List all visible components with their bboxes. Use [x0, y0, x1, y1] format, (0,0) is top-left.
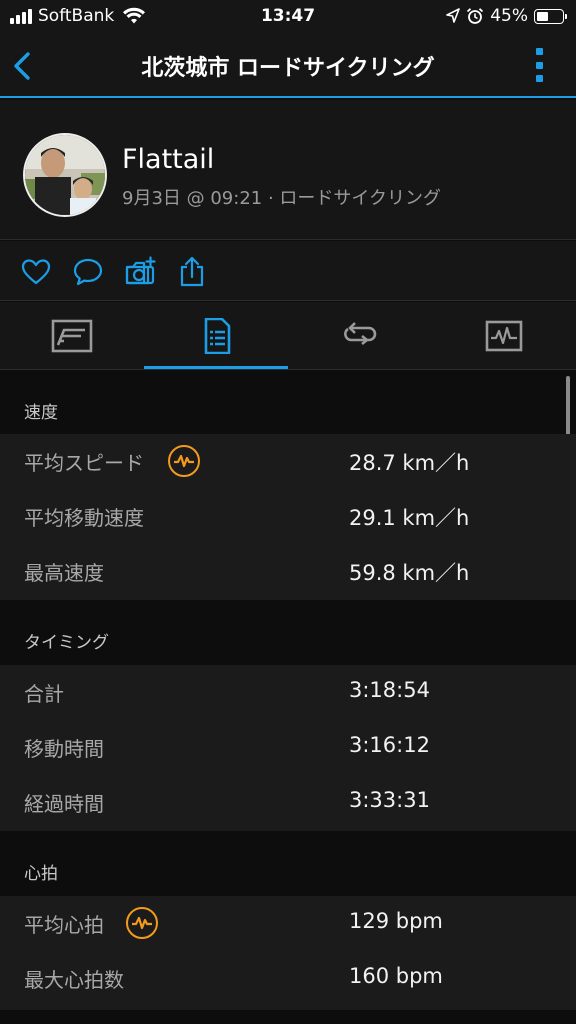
camera-add-icon [125, 256, 156, 285]
more-vertical-icon [536, 48, 543, 55]
more-options-button[interactable] [536, 48, 544, 82]
overview-icon [51, 319, 93, 353]
stat-value: 3:16:12 [349, 733, 430, 757]
stat-value: 3:33:31 [349, 788, 430, 812]
section-header-heart-rate: 心拍 [0, 832, 576, 894]
back-button[interactable] [8, 50, 40, 82]
stat-value: 29.1 km／h [349, 506, 470, 530]
section-speed: 平均スピード 28.7 km／h 平均移動速度 29.1 km／h 最高速度 5… [0, 434, 576, 600]
section-timing: 合計 3:18:54 移動時間 3:16:12 経過時間 3:33:31 [0, 665, 576, 831]
performance-badge-icon[interactable] [168, 445, 200, 477]
avatar-photo [25, 135, 105, 215]
battery-icon [534, 8, 567, 24]
status-right: 45% [446, 6, 567, 26]
activity-detail-screen: SoftBank 13:47 45% 北茨城市 ロードサイクリング Flatta… [0, 0, 576, 1024]
section-title: タイミング [24, 633, 109, 653]
stat-label: 平均移動速度 [24, 506, 144, 530]
share-button[interactable] [176, 256, 208, 288]
location-arrow-icon [446, 8, 461, 23]
stat-row-avg-moving-speed: 平均移動速度 29.1 km／h [0, 489, 576, 544]
tab-stats[interactable] [144, 302, 288, 370]
section-title: 心拍 [24, 864, 58, 884]
stat-row-max-speed: 最高速度 59.8 km／h [0, 544, 576, 599]
stat-value: 160 bpm [349, 964, 443, 988]
stat-label: 最大心拍数 [24, 968, 124, 992]
avatar[interactable] [23, 133, 107, 217]
stats-list-icon [204, 318, 231, 354]
share-icon [180, 256, 204, 287]
stat-value: 28.7 km／h [349, 451, 470, 475]
alarm-icon [467, 8, 484, 24]
laps-icon [344, 322, 377, 346]
section-header-speed: 速度 [0, 371, 576, 433]
tab-charts[interactable] [432, 302, 576, 370]
tab-laps[interactable] [288, 302, 432, 370]
user-name[interactable]: Flattail [122, 144, 214, 175]
stat-row-avg-speed: 平均スピード 28.7 km／h [0, 434, 576, 489]
battery-level-fill [537, 11, 548, 21]
section-title: 速度 [24, 403, 58, 423]
stat-row-avg-heart-rate: 平均心拍 129 bpm [0, 896, 576, 951]
stat-label: 経過時間 [24, 792, 104, 816]
social-action-bar [0, 241, 576, 301]
stat-label: 合計 [24, 682, 64, 706]
chart-icon [485, 320, 523, 352]
active-tab-indicator [144, 366, 288, 369]
stat-value: 59.8 km／h [349, 561, 470, 585]
activity-tab-bar [0, 302, 576, 370]
stat-value: 129 bpm [349, 909, 443, 933]
tab-overview[interactable] [0, 302, 144, 370]
stat-label: 最高速度 [24, 561, 104, 585]
comment-icon [73, 258, 103, 286]
stat-value: 3:18:54 [349, 678, 430, 702]
heart-icon [21, 259, 51, 285]
activity-meta: 9月3日 @ 09:21 · ロードサイクリング [122, 188, 442, 209]
status-bar: SoftBank 13:47 45% [0, 0, 576, 36]
navigation-bar: 北茨城市 ロードサイクリング [0, 36, 576, 98]
activity-header: Flattail 9月3日 @ 09:21 · ロードサイクリング [0, 100, 576, 240]
stat-row-moving-time: 移動時間 3:16:12 [0, 720, 576, 775]
section-header-timing: タイミング [0, 601, 576, 663]
stat-row-elapsed-time: 経過時間 3:33:31 [0, 775, 576, 830]
section-heart-rate: 平均心拍 129 bpm 最大心拍数 160 bpm [0, 896, 576, 1010]
comment-button[interactable] [72, 256, 104, 288]
stat-label: 平均心拍 [24, 913, 104, 937]
stat-label: 平均スピード [24, 451, 144, 475]
stat-row-total-time: 合計 3:18:54 [0, 665, 576, 720]
page-title: 北茨城市 ロードサイクリング [141, 56, 435, 81]
chevron-left-icon [14, 52, 30, 80]
battery-percent: 45% [490, 6, 528, 26]
stat-row-max-heart-rate: 最大心拍数 160 bpm [0, 951, 576, 1006]
performance-badge-icon[interactable] [126, 907, 158, 939]
add-photo-button[interactable] [124, 256, 156, 288]
like-button[interactable] [20, 256, 52, 288]
stat-label: 移動時間 [24, 737, 104, 761]
